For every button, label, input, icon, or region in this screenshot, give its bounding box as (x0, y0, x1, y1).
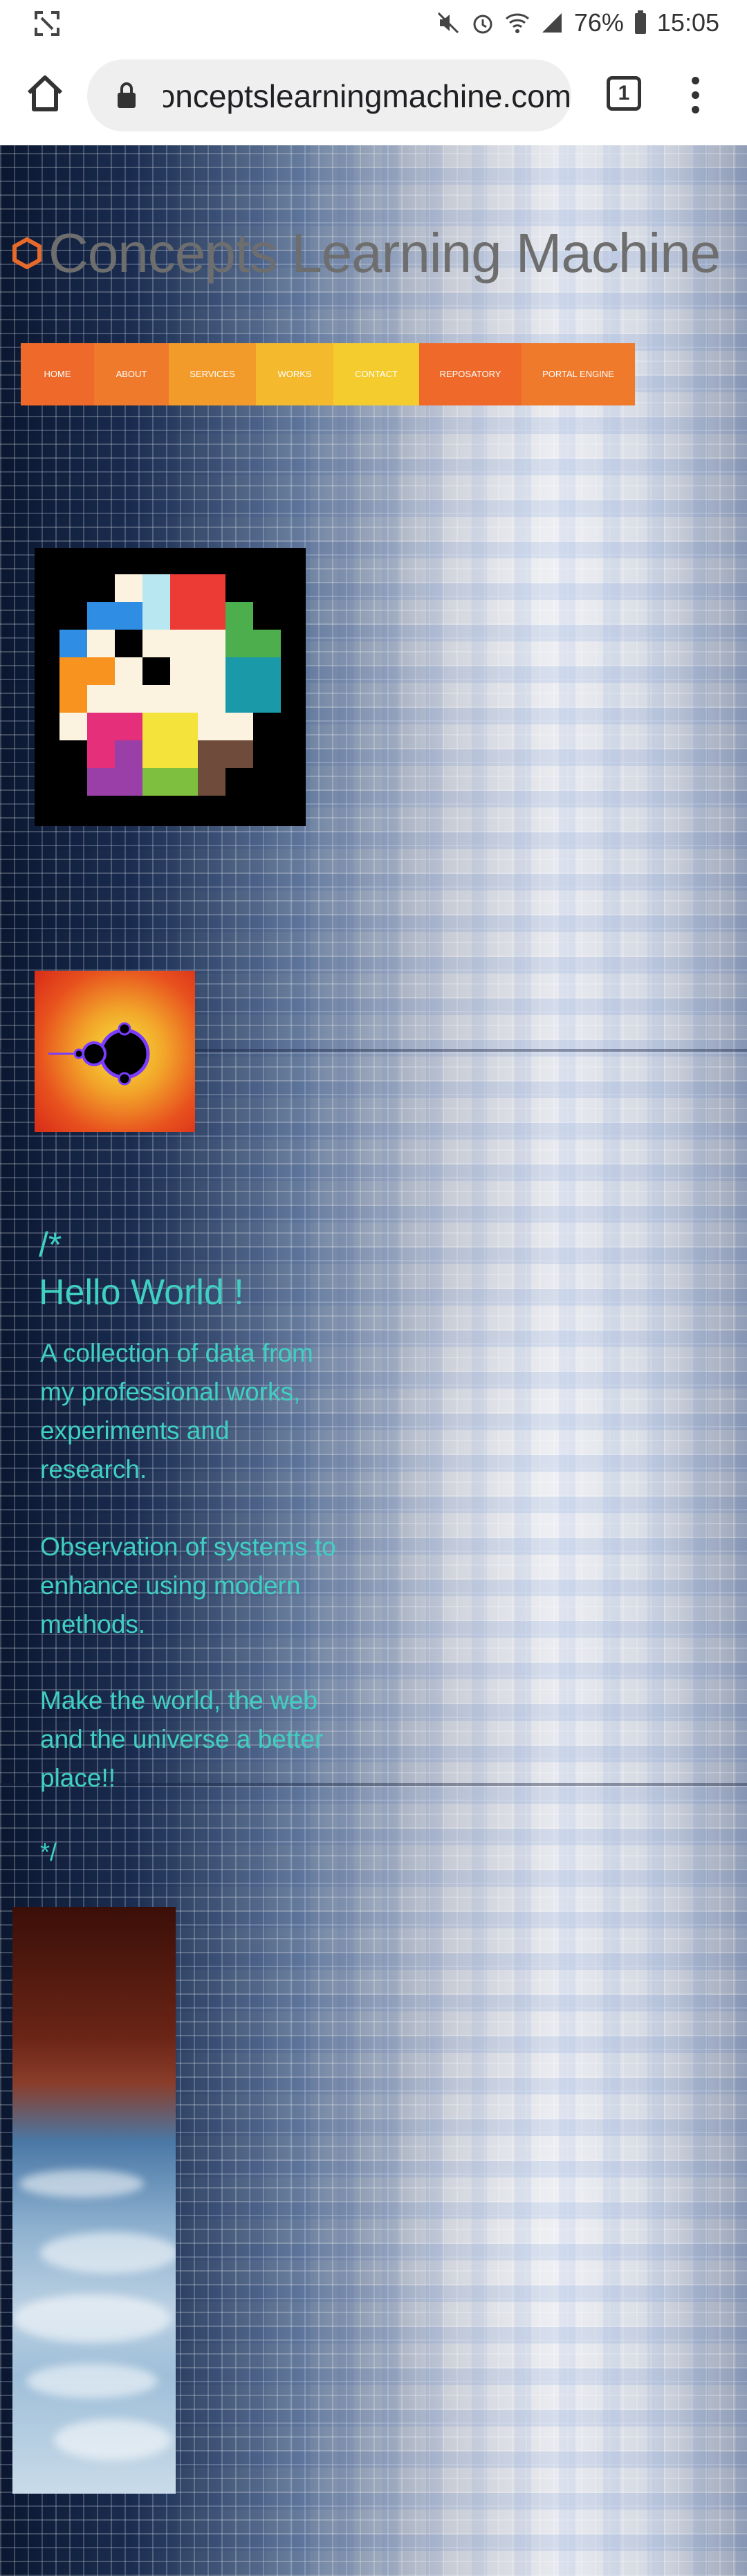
battery-icon (634, 10, 646, 34)
clock-time: 15:05 (656, 8, 719, 37)
nav-about[interactable]: ABOUT (94, 343, 169, 405)
address-bar[interactable]: conceptslearningmachine.com (87, 60, 571, 131)
main-navigation: HOME ABOUT SERVICES WORKS CONTACT REPOSA… (21, 343, 635, 405)
status-bar: 76% 15:05 (0, 0, 747, 46)
tab-switcher-button[interactable]: 1 (607, 76, 641, 111)
hexagon-logo-icon (12, 237, 42, 269)
nav-portal-engine[interactable]: PORTAL ENGINE (522, 343, 635, 405)
intro-paragraph-1: A collection of data from my professiona… (40, 1339, 313, 1483)
signal-icon (542, 13, 562, 33)
lock-icon (118, 82, 136, 108)
site-title: Concepts Learning Machine (48, 222, 721, 284)
web-page[interactable]: Concepts Learning Machine HOME ABOUT SER… (0, 145, 747, 2576)
nav-contact[interactable]: CONTACT (333, 343, 419, 405)
alarm-icon (473, 15, 492, 34)
nav-works[interactable]: WORKS (256, 343, 333, 405)
screenshot-expand-icon (35, 11, 59, 36)
overflow-menu-icon[interactable] (685, 73, 706, 118)
intro-paragraph-3: Make the world, the web and the universe… (40, 1686, 324, 1792)
comment-close-text: */ (40, 1838, 57, 1866)
sky-clouds-image (12, 1907, 176, 2494)
hello-heading: Hello World ! (39, 1272, 244, 1313)
intro-paragraph-2: Observation of systems to enhance using … (40, 1533, 336, 1638)
pixel-mosaic-logo-image (35, 548, 306, 826)
nav-repository[interactable]: REPOSATORY (419, 343, 522, 405)
battery-percent: 76% (573, 8, 624, 37)
mute-icon (437, 12, 459, 34)
site-header[interactable]: Concepts Learning Machine (11, 221, 721, 285)
comment-open-text: /* (39, 1225, 62, 1264)
home-icon[interactable] (24, 72, 66, 115)
nav-services[interactable]: SERVICES (169, 343, 256, 405)
wifi-icon (505, 13, 529, 33)
mandelbrot-fractal-image (35, 971, 195, 1132)
browser-toolbar: conceptslearningmachine.com 1 (0, 46, 747, 146)
mandelbrot-shape (48, 1022, 150, 1086)
nav-home[interactable]: HOME (21, 343, 94, 405)
url-text: conceptslearningmachine.com (163, 78, 571, 114)
